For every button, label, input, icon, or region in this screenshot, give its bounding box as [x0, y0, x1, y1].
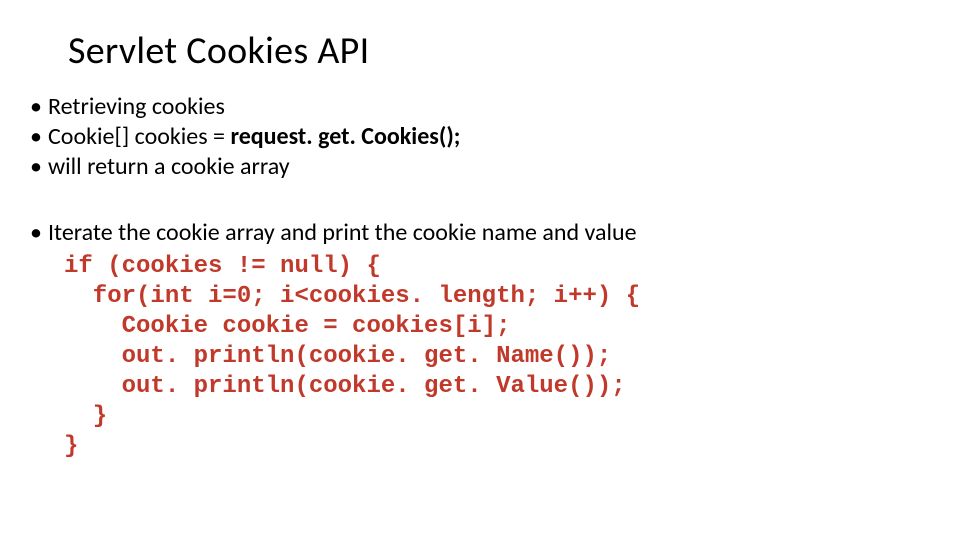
cookie-decl-prefix: Cookie[] cookies =	[48, 122, 230, 151]
bullet-will-return: will return a cookie array	[30, 152, 930, 182]
bullet-iterate-text: Iterate the cookie array and print the c…	[48, 218, 637, 247]
spacer	[30, 182, 930, 218]
cookie-decl-bold: request. get. Cookies();	[230, 122, 460, 151]
code-block: if (cookies != null) { for(int i=0; i<co…	[64, 252, 930, 462]
slide: Servlet Cookies API Retrieving cookies C…	[0, 0, 960, 540]
bullet-cookie-decl: Cookie[] cookies = request. get. Cookies…	[30, 122, 930, 152]
slide-body: Retrieving cookies Cookie[] cookies = re…	[30, 92, 930, 462]
bullet-retrieving-text: Retrieving cookies	[48, 92, 225, 121]
bullet-retrieving: Retrieving cookies	[30, 92, 930, 122]
bullet-iterate: Iterate the cookie array and print the c…	[30, 218, 930, 248]
will-return-text: will return a cookie array	[48, 152, 290, 181]
slide-title: Servlet Cookies API	[68, 28, 930, 74]
